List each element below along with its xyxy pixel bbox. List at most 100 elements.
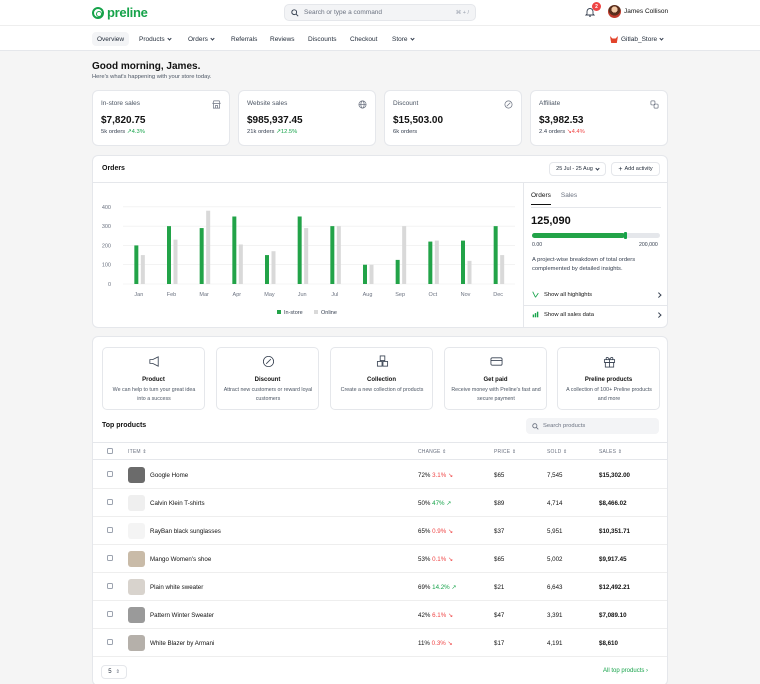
product-sales: $9,917.45: [599, 556, 627, 563]
user-name[interactable]: James Collison: [624, 8, 668, 15]
feature-desc: We can help to turn your great idea into…: [112, 387, 196, 402]
bar-in-store-jul: [330, 226, 335, 284]
bar-in-store-oct: [428, 241, 433, 284]
feature-preline-products[interactable]: Preline products A collection of 100+ Pr…: [557, 347, 660, 410]
product-sold: 6,643: [547, 584, 563, 591]
table-row[interactable]: RayBan black sunglasses 65% 0.9% ↘ $37 5,95…: [93, 517, 667, 545]
bar-online-dec: [500, 255, 505, 284]
col-change[interactable]: CHANGE ⇕: [418, 449, 447, 455]
tab-orders[interactable]: Orders: [531, 192, 551, 205]
add-activity-button[interactable]: + Add activity: [611, 162, 660, 176]
product-name[interactable]: Pattern Winter Sweater: [150, 612, 214, 619]
select-all-checkbox[interactable]: [107, 448, 113, 454]
table-row[interactable]: Pattern Winter Sweater 42% 6.1% ↘ $47 3,391…: [93, 601, 667, 629]
bar-in-store-may: [265, 255, 269, 284]
row-checkbox[interactable]: [107, 499, 113, 505]
stat-label: In-store sales: [101, 100, 141, 107]
product-sold: 4,714: [547, 500, 563, 507]
y-tick-label: 200: [102, 243, 111, 249]
nav-label: Referrals: [231, 35, 258, 43]
row-checkbox[interactable]: [107, 583, 113, 589]
search-shortcut: ⌘ + /: [455, 9, 469, 16]
col-price[interactable]: PRICE ⇕: [494, 449, 516, 455]
row-checkbox[interactable]: [107, 527, 113, 533]
chevron-down-icon: [167, 35, 172, 41]
feature-title: Collection: [366, 377, 396, 383]
store-name: Gitlab_Store: [621, 36, 658, 43]
table-row[interactable]: Google Home 72% 3.1% ↘ $65 7,545 $15,302.00: [93, 461, 667, 489]
row-checkbox[interactable]: [107, 555, 113, 561]
nav-discounts[interactable]: Discounts: [303, 32, 342, 46]
stat-card-discount[interactable]: Discount $15,503.00 6k orders: [384, 90, 522, 146]
nav-checkout[interactable]: Checkout: [345, 32, 382, 46]
row-checkbox[interactable]: [107, 471, 113, 477]
stat-card-website[interactable]: Website sales $985,937.45 21k orders ↗12…: [238, 90, 376, 146]
show-highlights-link[interactable]: Show all highlights: [532, 291, 661, 298]
megaphone-icon: [149, 356, 159, 367]
nav-overview[interactable]: Overview: [92, 32, 130, 46]
feature-get-paid[interactable]: Get paid Receive money with Preline's fa…: [444, 347, 547, 410]
product-name[interactable]: White Blazer by Armani: [150, 640, 214, 647]
add-activity-label: Add activity: [624, 166, 653, 172]
bar-online-may: [271, 251, 276, 284]
product-price: $17: [494, 640, 505, 647]
bar-online-jul: [336, 226, 341, 284]
bar-online-apr: [238, 244, 243, 284]
product-search-input[interactable]: Search products: [526, 418, 659, 434]
table-row[interactable]: Mango Women's shoe 53% 0.1% ↘ $65 5,002 $9,9…: [93, 545, 667, 573]
link-label: Show all highlights: [544, 291, 593, 298]
x-tick-label: Feb: [167, 292, 176, 298]
product-name[interactable]: Google Home: [150, 472, 188, 479]
search-input[interactable]: Search or type a command ⌘ + /: [284, 4, 476, 21]
date-range-label: 25 Jul - 25 Aug: [556, 166, 593, 172]
product-price: $47: [494, 612, 505, 619]
store-switcher[interactable]: Gitlab_Store: [610, 36, 664, 43]
nav-reviews[interactable]: Reviews: [265, 32, 300, 46]
col-sales[interactable]: SALES ⇕: [599, 449, 622, 455]
orders-total: 125,090: [531, 215, 571, 227]
product-price: $21: [494, 584, 505, 591]
product-sales: $12,492.21: [599, 584, 630, 591]
product-sales: $8,466.02: [599, 500, 627, 507]
bar-in-store-aug: [363, 264, 367, 284]
table-row[interactable]: Calvin Klein T-shirts 50% 47% ↗ $89 4,714 $8…: [93, 489, 667, 517]
all-top-products-link[interactable]: All top products ›: [603, 668, 648, 674]
brand-logo[interactable]: preline: [92, 5, 148, 20]
stat-card-affiliate[interactable]: Affiliate $3,982.53 2.4 orders ↘4.4%: [530, 90, 668, 146]
col-item[interactable]: ITEM ⇕: [128, 449, 147, 455]
bar-in-store-jan: [134, 245, 139, 284]
legend-swatch: [314, 310, 318, 314]
brand-name: preline: [107, 5, 148, 20]
table-row[interactable]: Plain white sweater 69% 14.2% ↗ $21 6,643 $1…: [93, 573, 667, 601]
product-name[interactable]: Mango Women's shoe: [150, 556, 211, 563]
nav-referrals[interactable]: Referrals: [226, 32, 262, 46]
bar-in-store-apr: [232, 216, 237, 284]
nav-products[interactable]: Products: [134, 32, 176, 46]
feature-discount[interactable]: Discount Attract new customers or reward…: [216, 347, 319, 410]
row-checkbox[interactable]: [107, 639, 113, 645]
chevron-right-icon: [655, 312, 661, 317]
stat-delta: 4.3%: [131, 129, 145, 135]
progress-min: 0.00: [532, 242, 543, 248]
show-sales-data-link[interactable]: Show all sales data: [532, 311, 661, 318]
feature-product[interactable]: Product We can help to turn your great i…: [102, 347, 205, 410]
feature-collection[interactable]: Collection Create a new collection of pr…: [330, 347, 433, 410]
nav-label: Store: [392, 35, 408, 43]
table-row[interactable]: White Blazer by Armani 11% 0.3% ↘ $17 4,191…: [93, 629, 667, 657]
product-name[interactable]: Calvin Klein T-shirts: [150, 500, 205, 507]
stat-card-in-store[interactable]: In-store sales $7,820.75 5k orders ↗4.3%: [92, 90, 230, 146]
col-sold[interactable]: SOLD ⇕: [547, 449, 567, 455]
nav-orders[interactable]: Orders: [183, 32, 219, 46]
date-range-button[interactable]: 25 Jul - 25 Aug: [549, 162, 606, 176]
x-tick-label: Jul: [331, 292, 338, 298]
y-tick-label: 400: [102, 205, 111, 211]
product-name[interactable]: Plain white sweater: [150, 584, 203, 591]
nav-store[interactable]: Store: [387, 32, 419, 46]
avatar[interactable]: [608, 5, 621, 18]
row-checkbox[interactable]: [107, 611, 113, 617]
tab-sales[interactable]: Sales: [561, 192, 577, 205]
divider: [531, 207, 661, 208]
orders-progress-bar: [532, 232, 660, 239]
page-size-select[interactable]: 5 ⇕: [101, 665, 127, 679]
product-name[interactable]: RayBan black sunglasses: [150, 528, 221, 535]
